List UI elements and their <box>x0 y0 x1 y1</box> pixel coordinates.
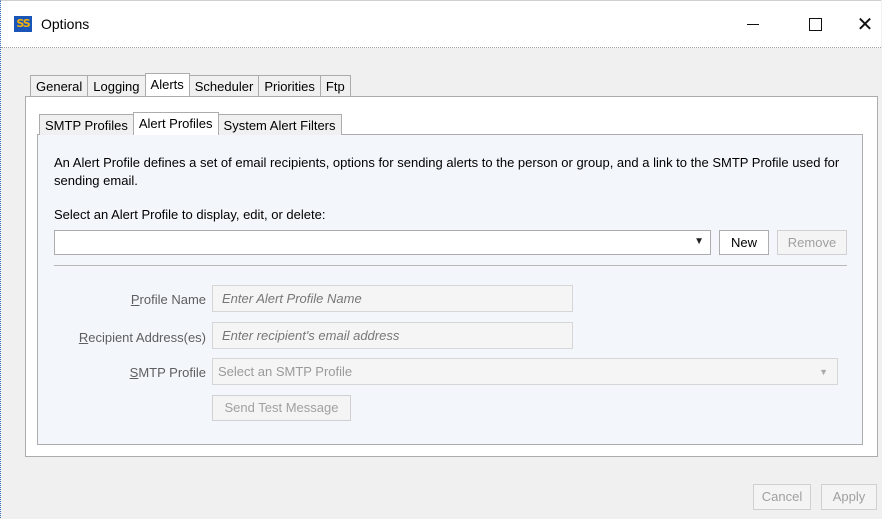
minimize-button[interactable] <box>730 1 776 47</box>
alert-profile-select[interactable]: ▼ <box>54 230 711 255</box>
title-bar[interactable]: SS Options ✕ <box>1 1 881 48</box>
maximize-icon <box>808 17 822 31</box>
options-window: SS Options ✕ General Logging Alerts Sche… <box>0 0 881 518</box>
window-title: Options <box>41 16 90 32</box>
close-button[interactable]: ✕ <box>842 1 882 47</box>
maximize-button[interactable] <box>792 1 838 47</box>
send-test-message-button[interactable]: Send Test Message <box>212 395 351 421</box>
apply-button[interactable]: Apply <box>821 484 877 510</box>
tab-alerts[interactable]: Alerts <box>144 73 190 96</box>
profile-name-field[interactable]: Enter Alert Profile Name <box>212 285 573 312</box>
tab-general[interactable]: General <box>30 75 89 96</box>
inner-tab-strip: SMTP Profiles Alert Profiles System Aler… <box>39 112 342 135</box>
tab-ftp[interactable]: Ftp <box>319 75 351 96</box>
new-button[interactable]: New <box>719 230 769 255</box>
cancel-button[interactable]: Cancel <box>753 484 811 510</box>
minimize-icon <box>747 23 759 25</box>
recipient-address-field[interactable]: Enter recipient's email address <box>212 322 573 349</box>
tab-system-alert-filters[interactable]: System Alert Filters <box>217 114 342 135</box>
remove-button[interactable]: Remove <box>777 230 847 255</box>
app-icon: SS <box>14 16 32 32</box>
tab-alert-profiles[interactable]: Alert Profiles <box>132 112 219 135</box>
close-icon: ✕ <box>856 13 874 36</box>
profile-name-label: Profile Name <box>130 292 206 307</box>
recipient-address-label: Recipient Address(es) <box>78 330 206 345</box>
outer-tab-strip: General Logging Alerts Scheduler Priorit… <box>30 73 351 96</box>
dropdown-arrow-icon: ▼ <box>819 367 828 377</box>
select-profile-label: Select an Alert Profile to display, edit… <box>54 207 326 222</box>
smtp-profile-label: SMTP Profile <box>129 365 206 380</box>
tab-smtp-profiles[interactable]: SMTP Profiles <box>39 114 134 135</box>
alert-profile-description: An Alert Profile defines a set of email … <box>54 155 840 188</box>
dropdown-arrow-icon: ▼ <box>694 236 704 247</box>
smtp-profile-select-value: Select an SMTP Profile <box>218 364 353 379</box>
tab-priorities[interactable]: Priorities <box>258 75 321 96</box>
section-divider <box>54 265 847 266</box>
tab-scheduler[interactable]: Scheduler <box>188 75 260 96</box>
tab-logging[interactable]: Logging <box>87 75 146 96</box>
smtp-profile-select[interactable]: Select an SMTP Profile ▼ <box>212 358 838 385</box>
